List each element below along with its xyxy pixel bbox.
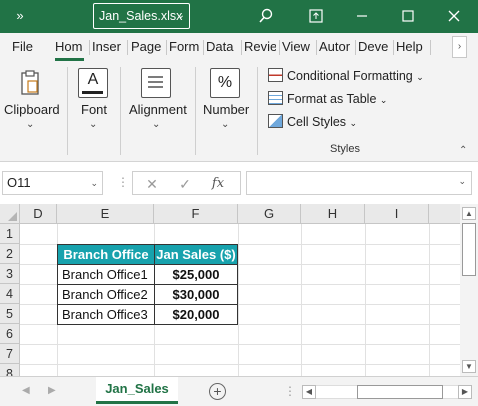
close-icon[interactable] <box>439 5 469 27</box>
tab-insert[interactable]: Inser <box>92 39 123 57</box>
tab-automate[interactable]: Autor <box>319 39 351 57</box>
scroll-down-button[interactable]: ▼ <box>462 360 476 373</box>
chevron-down-icon: ⌄ <box>26 119 35 130</box>
number-label: Number <box>203 102 250 117</box>
clipboard-label: Clipboard <box>4 102 60 117</box>
formula-actions: ✕ ✓ fx <box>132 171 241 195</box>
column-header-g[interactable]: G <box>238 204 301 224</box>
minimize-icon[interactable] <box>347 5 377 27</box>
worksheet-grid[interactable]: D E F G H I 1 2 3 4 5 6 7 8 Branch Offic… <box>0 204 460 376</box>
styles-group-label: Styles <box>330 143 360 155</box>
column-header-i[interactable]: I <box>365 204 429 224</box>
vertical-scrollbar[interactable]: ▲ ▼ <box>460 204 478 376</box>
chevron-down-icon: ⌄ <box>221 119 230 130</box>
add-sheet-icon[interactable]: + <box>209 383 226 400</box>
quick-access-overflow-button[interactable]: » <box>6 6 34 26</box>
row-header-4[interactable]: 4 <box>0 284 20 304</box>
clipboard-icon <box>15 68 45 98</box>
table-row-branch[interactable]: Branch Office1 <box>57 264 155 285</box>
column-header-f[interactable]: F <box>154 204 238 224</box>
formula-bar: O11 ⌄ ⋮ ✕ ✓ fx ⌄ <box>0 162 478 204</box>
ribbon-display-icon[interactable] <box>301 5 331 27</box>
table-header-jan-sales[interactable]: Jan Sales ($) <box>154 244 238 265</box>
enter-icon[interactable]: ✓ <box>175 174 195 194</box>
column-header-e[interactable]: E <box>57 204 154 224</box>
table-row-sales[interactable]: $25,000 <box>154 264 238 285</box>
row-header-7[interactable]: 7 <box>0 344 20 364</box>
row-header-1[interactable]: 1 <box>0 224 20 244</box>
sheet-tab-bar: ◀ ▶ Jan_Sales + ⋮ ◀ ▶ <box>0 376 478 406</box>
previous-sheet-icon[interactable]: ◀ <box>22 385 30 396</box>
percent-icon: % <box>210 68 240 98</box>
tab-data[interactable]: Data <box>206 39 238 57</box>
tab-file[interactable]: File <box>12 39 36 57</box>
tab-home[interactable]: Hom <box>55 39 85 57</box>
column-header-d[interactable]: D <box>20 204 57 224</box>
row-header-5[interactable]: 5 <box>0 304 20 324</box>
font-icon: A <box>78 68 108 98</box>
title-bar: » Jan_Sales.xlsx ⌄ <box>0 0 478 33</box>
column-header-h[interactable]: H <box>301 204 365 224</box>
search-icon[interactable] <box>251 5 281 27</box>
row-header-2[interactable]: 2 <box>0 244 20 264</box>
formula-input[interactable]: ⌄ <box>246 171 472 195</box>
tab-view[interactable]: View <box>282 39 312 57</box>
row-header-6[interactable]: 6 <box>0 324 20 344</box>
table-header-branch-office[interactable]: Branch Office <box>57 244 155 265</box>
conditional-formatting-button[interactable]: Conditional Formatting ⌄ <box>268 68 424 88</box>
table-row-branch[interactable]: Branch Office2 <box>57 284 155 305</box>
font-label: Font <box>81 102 108 117</box>
row-header-8[interactable]: 8 <box>0 364 20 376</box>
chevron-down-icon: ⌄ <box>152 119 161 130</box>
cancel-icon[interactable]: ✕ <box>142 174 162 194</box>
maximize-icon[interactable] <box>393 5 423 27</box>
tab-formulas[interactable]: Form <box>169 39 202 57</box>
chevron-down-icon: ⌄ <box>90 178 98 188</box>
drag-handle-icon[interactable]: ⋮ <box>117 175 129 189</box>
ribbon-home: Clipboard ⌄ A Font ⌄ Alignment ⌄ % Numbe… <box>0 61 478 162</box>
tab-developer[interactable]: Deve <box>358 39 390 57</box>
insert-function-icon[interactable]: fx <box>208 174 228 194</box>
tab-review[interactable]: Revie <box>244 39 276 57</box>
conditional-formatting-icon <box>268 68 283 82</box>
alignment-label: Alignment <box>129 102 187 117</box>
chevron-down-icon: ⌄ <box>176 10 185 21</box>
select-all-button[interactable] <box>0 204 20 224</box>
sheet-tab-jan-sales[interactable]: Jan_Sales <box>96 377 178 404</box>
row-header-3[interactable]: 3 <box>0 264 20 284</box>
format-as-table-button[interactable]: Format as Table ⌄ <box>268 91 387 111</box>
horizontal-scroll-thumb[interactable] <box>357 385 443 399</box>
cell-styles-button[interactable]: Cell Styles ⌄ <box>268 114 357 134</box>
table-row-sales[interactable]: $30,000 <box>154 284 238 305</box>
table-row-branch[interactable]: Branch Office3 <box>57 304 155 325</box>
scroll-right-button[interactable]: ▶ <box>458 385 472 399</box>
table-row-sales[interactable]: $20,000 <box>154 304 238 325</box>
vertical-scroll-thumb[interactable] <box>462 223 476 276</box>
tabs-scroll-right-button[interactable]: › <box>452 36 467 58</box>
filename-label: Jan_Sales.xlsx <box>99 9 183 23</box>
chevron-down-icon: ⌄ <box>89 119 98 130</box>
column-header-overflow <box>429 204 460 224</box>
format-table-icon <box>268 91 283 105</box>
ribbon-tabs: File Hom Inser Page Form Data Revie View… <box>0 33 478 61</box>
cell-styles-icon <box>268 114 283 128</box>
filename-dropdown[interactable]: Jan_Sales.xlsx ⌄ <box>93 3 190 29</box>
drag-handle-icon[interactable]: ⋮ <box>284 384 296 398</box>
align-icon <box>141 68 171 98</box>
chevron-down-icon[interactable]: ⌄ <box>458 176 466 187</box>
name-box[interactable]: O11 ⌄ <box>2 171 103 195</box>
next-sheet-icon[interactable]: ▶ <box>48 385 56 396</box>
tab-page-layout[interactable]: Page <box>131 39 164 57</box>
scroll-left-button[interactable]: ◀ <box>302 385 316 399</box>
tab-help[interactable]: Help <box>396 39 426 57</box>
collapse-ribbon-icon[interactable]: ⌃ <box>459 145 467 156</box>
scroll-up-button[interactable]: ▲ <box>462 207 476 220</box>
